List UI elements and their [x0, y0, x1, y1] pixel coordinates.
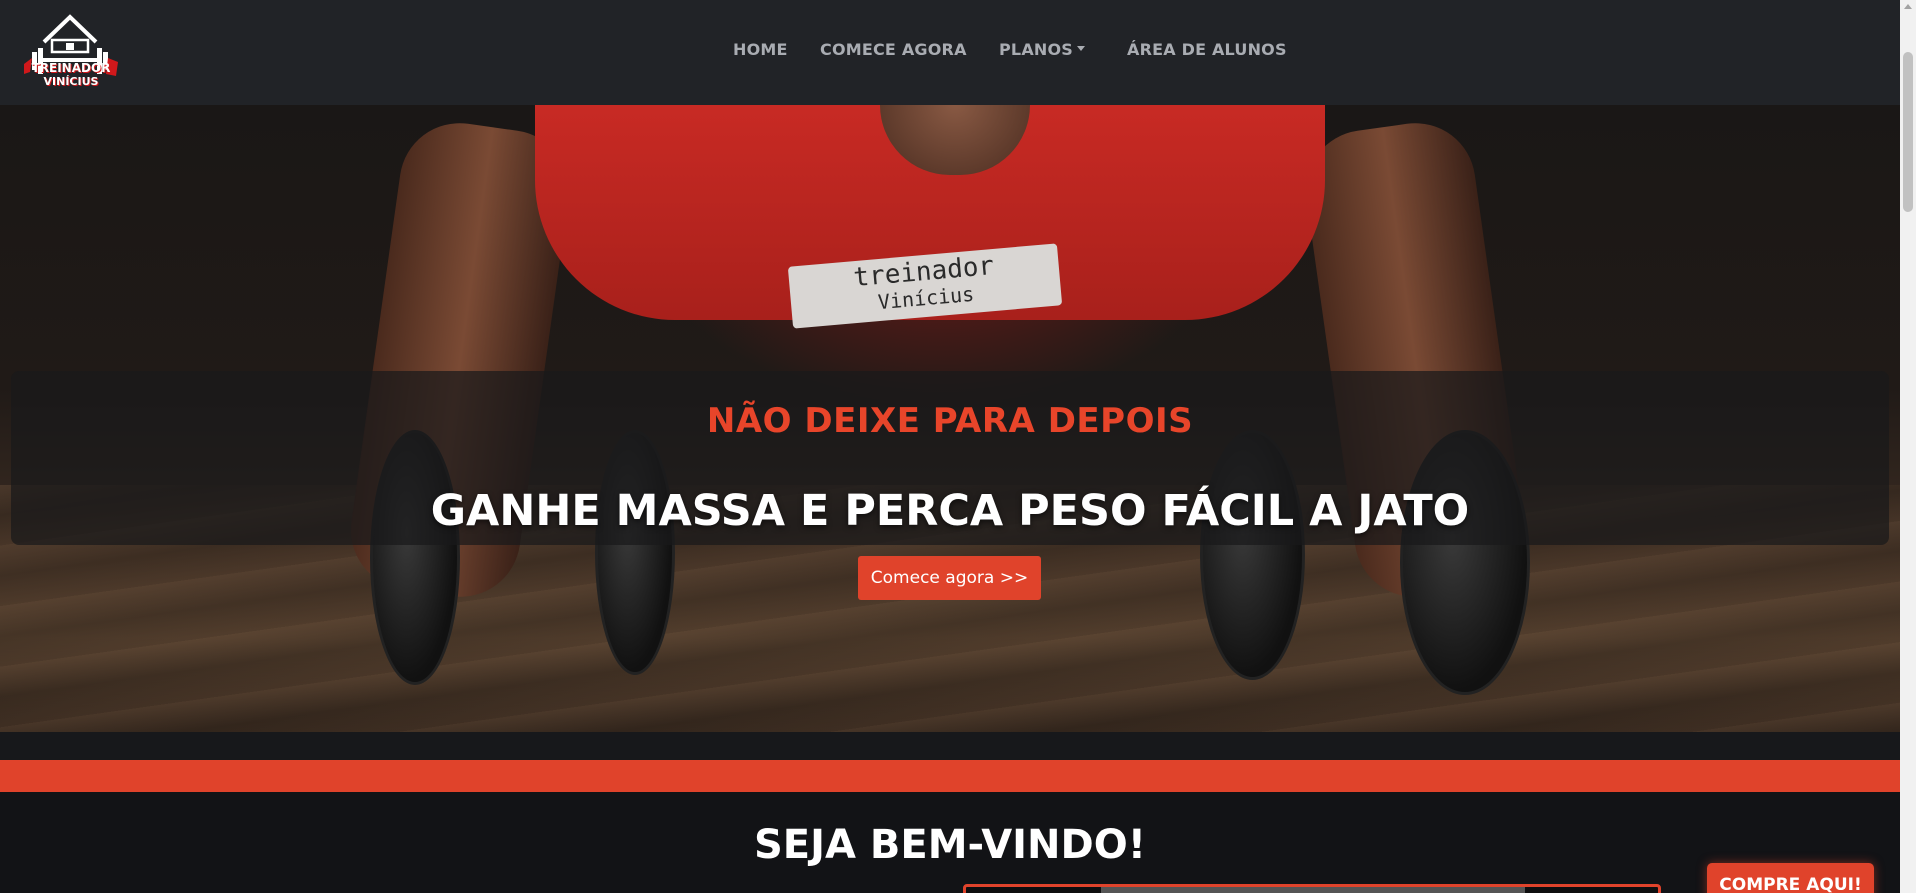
hero-banner: treinador Vinícius NÃO DEIXE PARA DEPOIS… — [0, 105, 1900, 732]
chevron-down-icon — [1077, 46, 1086, 51]
scroll-thumb[interactable] — [1903, 52, 1913, 212]
hero-subtitle: NÃO DEIXE PARA DEPOIS — [706, 401, 1194, 441]
navbar: TREINADOR VINÍCIUS HOME COMECE AGORA PLA… — [0, 0, 1900, 105]
nav-item-planos[interactable]: PLANOS — [999, 40, 1086, 59]
main-nav: HOME COMECE AGORA PLANOS ÁREA DE ALUNOS — [0, 0, 1900, 105]
page-scrollbar[interactable] — [1900, 0, 1916, 893]
comece-agora-button[interactable]: Comece agora >> — [858, 556, 1041, 600]
scroll-up-icon[interactable] — [1904, 4, 1912, 9]
nav-item-area-de-alunos[interactable]: ÁREA DE ALUNOS — [1127, 40, 1287, 59]
nav-item-home[interactable]: HOME — [733, 40, 788, 59]
hero-title: GANHE MASSA E PERCA PESO FÁCIL A JATO — [430, 486, 1470, 536]
page: TREINADOR VINÍCIUS HOME COMECE AGORA PLA… — [0, 0, 1916, 893]
video-preview — [1101, 887, 1525, 893]
nav-item-comece-agora[interactable]: COMECE AGORA — [820, 40, 967, 59]
compre-aqui-button[interactable]: COMPRE AQUI! — [1707, 863, 1874, 893]
welcome-section: SEJA BEM-VINDO! — [0, 792, 1900, 893]
section-divider — [0, 732, 1900, 760]
nav-item-planos-label: PLANOS — [999, 40, 1074, 59]
video-frame[interactable] — [963, 884, 1661, 893]
accent-bar — [0, 760, 1900, 792]
welcome-title: SEJA BEM-VINDO! — [754, 822, 1146, 868]
